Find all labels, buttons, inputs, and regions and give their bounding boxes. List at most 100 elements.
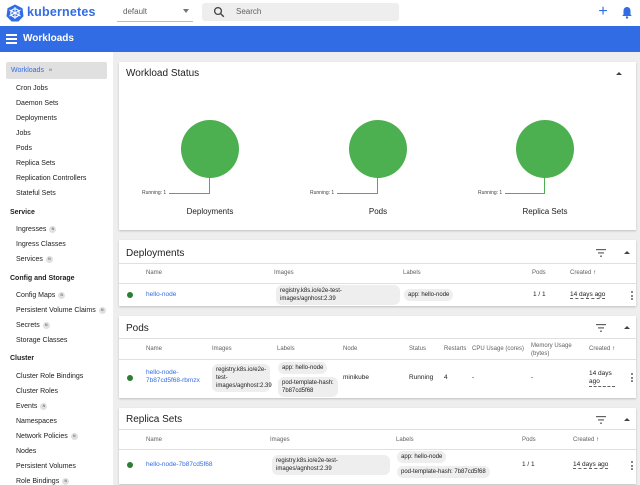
leader-line xyxy=(209,178,210,193)
namespace-value: default xyxy=(123,7,148,16)
deployments-status-chart[interactable] xyxy=(181,120,239,178)
image-chip: registry.k8s.io/e2e-test-images/agnhost:… xyxy=(276,285,400,305)
sort-arrow-icon: ↑ xyxy=(612,346,616,352)
replica-sets-chart-label: Replica Sets xyxy=(522,207,568,216)
pods-status-chart[interactable] xyxy=(349,120,407,178)
more-vert-icon[interactable] xyxy=(631,461,633,470)
bell-icon[interactable] xyxy=(621,6,633,19)
status-ok-icon xyxy=(127,375,133,381)
replica-sets-card: Replica Sets Name Images Labels Pods Cre… xyxy=(119,408,636,484)
menu-icon[interactable] xyxy=(6,34,17,44)
column-header-name[interactable]: Name xyxy=(146,346,162,352)
column-header-cpu: CPU Usage (cores) xyxy=(472,346,525,352)
leader-line xyxy=(169,193,210,194)
page-title: Workloads xyxy=(23,33,74,44)
sidebar-item-label: Events xyxy=(16,403,38,410)
replica-set-name-link[interactable]: hello-node-7b87cd5f68 xyxy=(146,461,213,468)
deployment-name-link[interactable]: hello-node xyxy=(146,291,176,298)
search-placeholder: Search xyxy=(236,7,262,16)
sidebar-item-role-bindings[interactable]: Role Bindings N xyxy=(6,473,107,485)
column-header-images: Images xyxy=(274,270,294,276)
pods-title: Pods xyxy=(126,323,149,334)
brand-name[interactable]: kubernetes xyxy=(27,5,96,19)
pod-name-link[interactable]: hello-node-7b87cd5f68-rbmzx xyxy=(146,369,206,385)
leader-line xyxy=(337,193,378,194)
divider xyxy=(119,338,636,339)
plus-icon[interactable]: + xyxy=(596,3,610,21)
sidebar-item-label: Secrets xyxy=(16,322,40,329)
created-age: 14 days ago xyxy=(589,370,615,387)
divider xyxy=(119,359,636,360)
column-header-pods: Pods xyxy=(532,270,546,276)
namespaced-badge: N xyxy=(70,432,78,440)
pods-count: 1 / 1 xyxy=(533,291,546,298)
namespaced-badge: N xyxy=(45,255,53,263)
search-icon xyxy=(213,6,225,18)
namespace-selector[interactable]: default xyxy=(117,3,193,22)
column-header-restarts: Restarts xyxy=(444,346,467,352)
running-label: Running: 1 xyxy=(142,190,167,196)
leader-line xyxy=(505,193,545,194)
more-vert-icon[interactable] xyxy=(631,291,633,300)
top-bar: kubernetes default Search + xyxy=(0,0,640,26)
namespaced-badge: N xyxy=(42,321,50,329)
sidebar-heading-cluster: Cluster xyxy=(10,355,35,362)
column-header-labels: Labels xyxy=(396,437,414,443)
column-header-name[interactable]: Name xyxy=(146,270,162,276)
search-input[interactable]: Search xyxy=(202,3,399,21)
deployments-card: Deployments Name Images Labels Pods Crea… xyxy=(119,240,636,306)
namespaced-badge: N xyxy=(62,477,70,485)
column-header-labels: Labels xyxy=(277,346,295,352)
status-ok-icon xyxy=(127,462,133,468)
memory-usage: - xyxy=(531,374,534,381)
collapse-icon[interactable] xyxy=(624,418,630,421)
sidebar-item-label: Nodes xyxy=(16,448,37,455)
sidebar-item-label: Cluster Role Bindings xyxy=(16,373,84,380)
sidebar-item-label: Ingress Classes xyxy=(16,241,66,248)
filter-icon[interactable] xyxy=(596,324,606,332)
created-age: 14 days ago xyxy=(573,461,609,469)
sidebar-heading-config: Config and Storage xyxy=(10,275,75,282)
collapse-icon[interactable] xyxy=(624,251,630,254)
namespaced-badge: N xyxy=(40,402,48,410)
sort-arrow-icon: ↑ xyxy=(593,270,597,276)
sidebar-item-label: Workloads xyxy=(11,67,44,74)
sidebar-heading-service: Service xyxy=(10,209,35,216)
sort-arrow-icon: ↑ xyxy=(596,437,600,443)
divider xyxy=(119,283,636,284)
pods-count: 1 / 1 xyxy=(522,461,535,468)
created-age: 14 days ago xyxy=(570,291,606,299)
sidebar-item-label: Services xyxy=(16,256,43,263)
running-label: Running: 1 xyxy=(310,190,335,196)
leader-line xyxy=(377,178,378,193)
status-ok-icon xyxy=(127,292,133,298)
more-vert-icon[interactable] xyxy=(631,373,633,382)
chevron-down-icon xyxy=(183,9,189,13)
filter-icon[interactable] xyxy=(596,416,606,424)
replica-sets-status-chart[interactable] xyxy=(516,120,574,178)
filter-icon[interactable] xyxy=(596,249,606,257)
column-header-images: Images xyxy=(212,346,232,352)
column-header-images: Images xyxy=(270,437,290,443)
divider xyxy=(119,449,636,450)
sidebar-item-label: Storage Classes xyxy=(16,337,68,344)
sidebar-item-storage-classes[interactable]: Storage Classes xyxy=(6,332,107,349)
sidebar-item-workloads[interactable]: Workloads N xyxy=(6,62,107,79)
kubernetes-logo-icon[interactable] xyxy=(6,4,24,22)
column-header-created-label: Created xyxy=(573,437,595,443)
column-header-created[interactable]: Created ↑ xyxy=(573,437,599,443)
sidebar-item-label: Persistent Volumes xyxy=(16,463,76,470)
column-header-created[interactable]: Created ↑ xyxy=(570,270,596,276)
column-header-node: Node xyxy=(343,346,358,352)
deployments-chart-label: Deployments xyxy=(186,207,234,216)
collapse-icon[interactable] xyxy=(624,326,630,329)
sidebar-item-stateful-sets[interactable]: Stateful Sets xyxy=(6,185,107,202)
column-header-created[interactable]: Created ↑ xyxy=(589,346,615,352)
sidebar: Workloads N Cron Jobs Daemon Sets Deploym… xyxy=(0,52,113,485)
pods-card: Pods Name Images Labels Node Status Rest… xyxy=(119,316,636,398)
sidebar-item-services[interactable]: Services N xyxy=(6,251,107,268)
leader-line xyxy=(544,178,545,193)
collapse-icon[interactable] xyxy=(616,72,622,75)
column-header-name[interactable]: Name xyxy=(146,437,162,443)
image-chip: registry.k8s.io/e2e-test-images/agnhost:… xyxy=(272,455,390,475)
